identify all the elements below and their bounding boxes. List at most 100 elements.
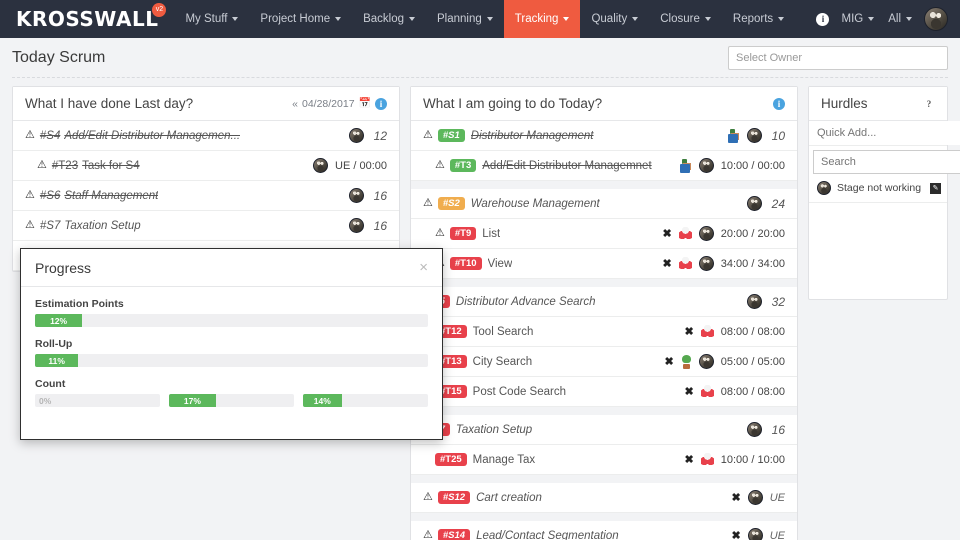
chevron-down-icon [232,17,239,21]
table-row[interactable]: ⚠#T10View✖34:00 / 34:00 [411,249,797,279]
panel-today-header-tools: i [773,97,785,110]
item-id-badge[interactable]: #T25 [435,452,467,467]
nav-item-closure[interactable]: Closure [649,0,722,38]
warning-icon: ⚠ [423,529,433,540]
table-row[interactable]: ⚠ #T3 Add/Edit Distributor Managemnet 10:00… [411,151,797,181]
bull-icon[interactable] [678,257,692,270]
chevron-down-icon [906,17,912,21]
nav-item-planning[interactable]: Planning [426,0,504,38]
table-row[interactable]: ⚠ #S4 Add/Edit Distributor Managemen... 12 [13,121,399,151]
table-row[interactable]: ⚠ #T9 List ✖ 20:00 / 20:00 [411,219,797,249]
progress-bars: Estimation Points 12% Roll-Up 11% [35,298,428,367]
panel-hurdles: Hurdles ? + Stage not working ✎ [808,86,960,300]
table-row[interactable]: #S7Taxation Setup16 [411,415,797,445]
close-icon[interactable]: ✖ [663,227,672,240]
row-actions: ✖ 08:00 / 08:00 [685,385,785,398]
assignee-avatar[interactable] [349,218,364,233]
nav-item-project-home[interactable]: Project Home [249,0,352,38]
assignee-avatar[interactable] [747,422,762,437]
info-icon[interactable]: i [773,97,785,110]
close-icon[interactable]: ✖ [665,355,674,368]
close-icon[interactable]: ✖ [685,325,694,338]
panel-today-rows: ⚠ #S1 Distributor Management 10 ⚠ #T3 Add/Edit… [411,121,797,540]
runner-icon[interactable] [679,158,692,173]
list-item[interactable]: Stage not working ✎ [809,174,947,203]
progress-modal: Progress × Estimation Points 12% Roll-Up 11… [20,248,443,440]
nav-item-quality[interactable]: Quality [580,0,649,38]
close-icon[interactable]: ✖ [685,453,694,466]
close-icon[interactable]: ✖ [732,529,741,540]
assignee-avatar[interactable] [747,528,763,540]
search-input[interactable] [813,150,960,174]
item-title: Post Code Search [472,385,566,398]
item-id-badge[interactable]: #T3 [449,158,477,173]
assignee-avatar[interactable] [698,354,714,369]
nav-item-reports[interactable]: Reports [722,0,795,38]
table-row[interactable]: #T25 Manage Tax ✖ 10:00 / 10:00 [411,445,797,475]
row-actions: UE / 00:00 [313,158,387,173]
assignee-avatar[interactable] [747,294,762,309]
user-avatar[interactable] [924,7,948,31]
progress-fill: 14% [303,394,342,407]
table-row[interactable]: ⚠ #S12 Cart creation ✖ UE [411,483,797,513]
runner-icon[interactable] [727,128,740,143]
table-row[interactable]: #T13 City Search ✖ 05:00 / 05:00 [411,347,797,377]
edit-icon[interactable]: ✎ [930,182,941,194]
table-row[interactable]: ⚠ #S1 Distributor Management 10 [411,121,797,151]
table-row[interactable]: ⚠ #T23 Task for S4 UE / 00:00 [13,151,399,181]
assignee-avatar[interactable] [313,158,329,173]
prev-day-arrow[interactable]: « [292,98,298,110]
bull-icon[interactable] [700,325,714,338]
assignee-avatar[interactable] [349,128,364,143]
table-row[interactable]: ⚠ #S7 Taxation Setup 16 [13,211,399,241]
assignee-avatar[interactable] [698,226,714,241]
nav-item-my-stuff[interactable]: My Stuff [174,0,249,38]
calendar-icon[interactable]: 📅 [359,98,371,109]
item-id-badge[interactable]: #S14 [437,528,471,540]
close-icon[interactable]: × [419,260,428,275]
item-id-badge[interactable]: #T10 [449,256,482,271]
item-id-badge[interactable]: #S1 [437,128,465,143]
time-estimate: UE [769,529,785,540]
table-row[interactable]: #S5Distributor Advance Search32 [411,287,797,317]
row-actions: ✖ UE [732,528,785,540]
assignee-avatar[interactable] [747,128,762,143]
close-icon[interactable]: ✖ [732,491,741,504]
assignee-avatar[interactable] [698,158,714,173]
quick-add-input[interactable] [809,121,960,145]
bull-icon[interactable] [700,453,714,466]
close-icon[interactable]: ✖ [663,257,672,270]
assignee-avatar[interactable] [349,188,364,203]
progress-modal-title: Progress [35,259,92,276]
table-row[interactable]: ⚠ #S2 Warehouse Management 24 [411,189,797,219]
bull-icon[interactable] [700,385,714,398]
assignee-avatar[interactable] [747,490,763,505]
table-row[interactable]: ⚠ #S14 Lead/Contact Segmentation ✖ UE [411,521,797,540]
close-icon[interactable]: ✖ [685,385,694,398]
item-id-badge[interactable]: #S12 [437,490,471,505]
info-icon[interactable]: i [816,12,830,26]
owner-select[interactable]: Select Owner [728,45,948,70]
item-id-badge[interactable]: #S2 [437,196,465,211]
info-icon[interactable]: i [375,97,387,110]
assignee-avatar[interactable] [747,196,762,211]
assignee-avatar[interactable] [698,256,714,271]
item-id-badge[interactable]: #T9 [449,226,477,241]
table-row[interactable]: ⚠ #S6 Staff Management 16 [13,181,399,211]
question-icon[interactable]: ? [923,97,935,110]
project-selector[interactable]: MIG [839,13,876,25]
row-separator [411,513,797,521]
nav-item-backlog[interactable]: Backlog [352,0,426,38]
row-actions: ✖ 34:00 / 34:00 [663,256,785,271]
bull-icon[interactable] [678,227,692,240]
item-title: Distributor Management [470,129,594,142]
brand-logo[interactable]: KROSSWALL v2 [0,0,167,38]
brand-version-badge: v2 [152,3,167,17]
nav-item-tracking[interactable]: Tracking [503,0,581,38]
nav-item-label: Quality [591,13,628,25]
table-row[interactable]: #T12 Tool Search ✖ 08:00 / 08:00 [411,317,797,347]
plant-icon[interactable] [681,354,692,369]
nav-menu: My Stuff Project Home Backlog Planning Track… [174,0,795,38]
table-row[interactable]: #T15 Post Code Search ✖ 08:00 / 08:00 [411,377,797,407]
scope-selector[interactable]: All [886,13,914,25]
